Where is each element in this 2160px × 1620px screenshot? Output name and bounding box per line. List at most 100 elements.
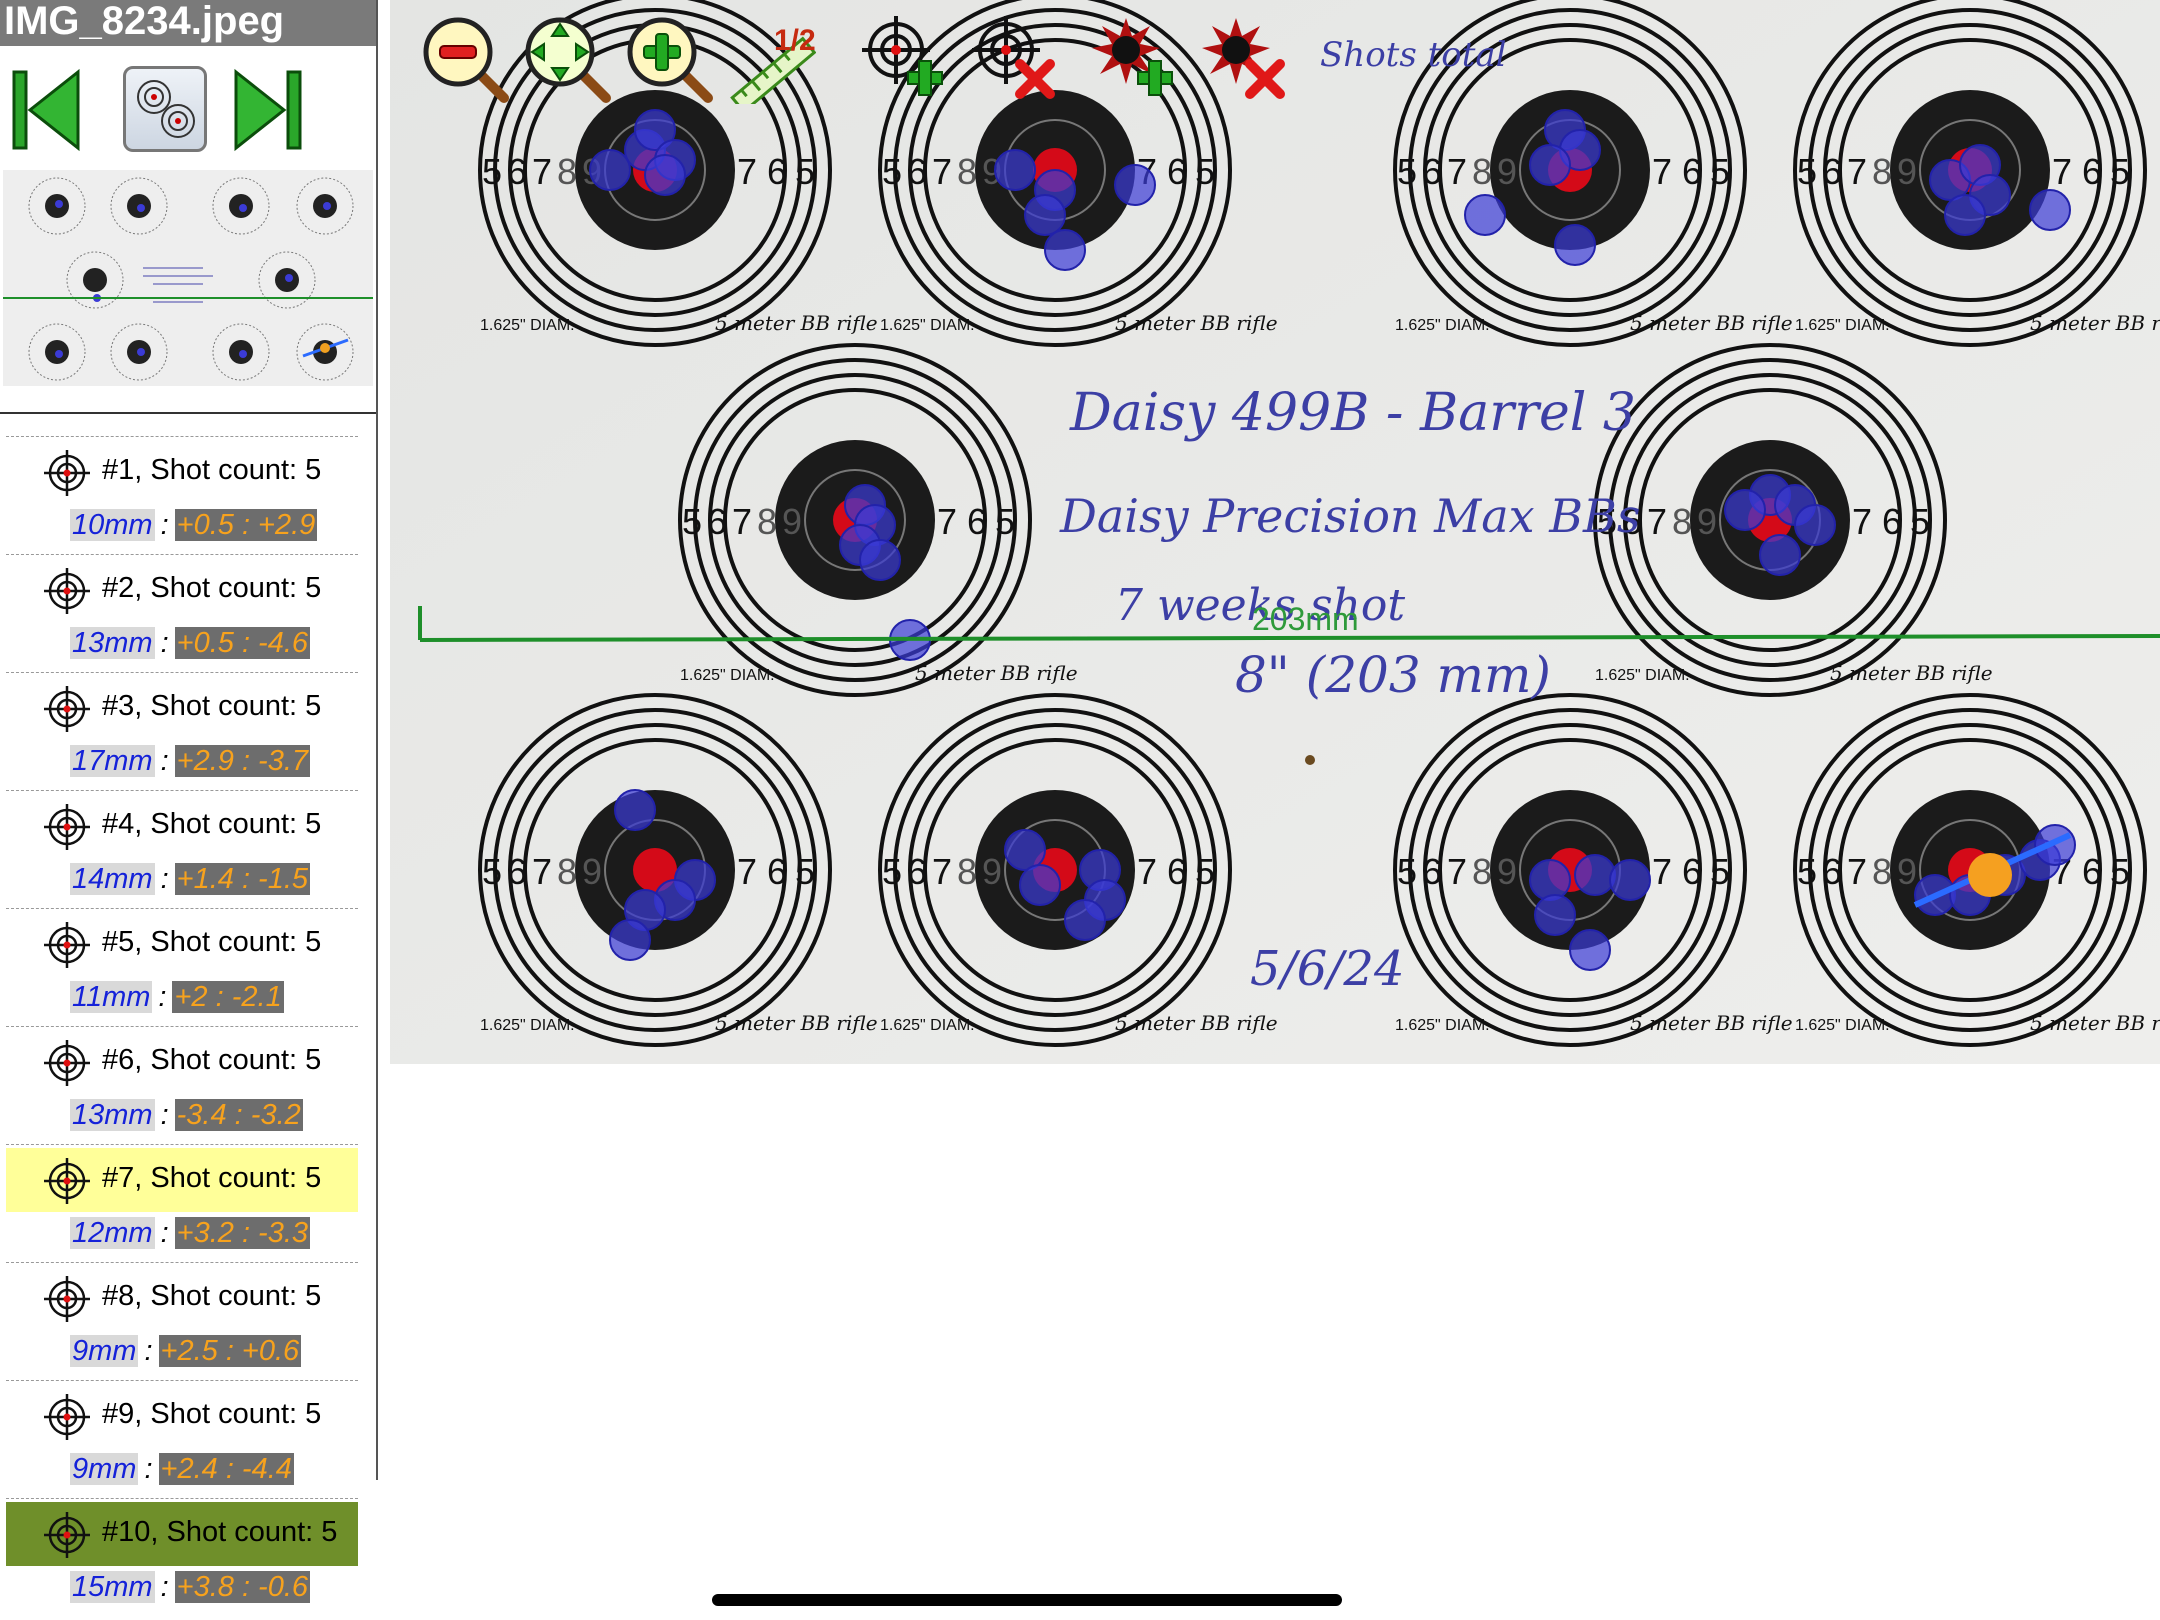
shot-marker[interactable] (1114, 164, 1156, 206)
ring-number: 9 (1497, 851, 1517, 892)
shot-marker[interactable] (1529, 859, 1571, 901)
shot-marker[interactable] (1794, 504, 1836, 546)
scale-ruler-icon: 1/2 (730, 24, 817, 114)
target-list-item[interactable]: #2, Shot count: 5 13mm: +0.5 : -4.6 (6, 554, 358, 672)
zoom-fit-button[interactable] (522, 14, 612, 104)
handwriting-line1: Daisy 499B - Barrel 3 (1069, 383, 1636, 443)
shot-marker[interactable] (1004, 829, 1046, 871)
target-item-header[interactable]: #6, Shot count: 5 (6, 1030, 358, 1094)
shot-marker[interactable] (1759, 534, 1801, 576)
crosshair-icon (44, 1158, 90, 1204)
shot-marker[interactable] (589, 149, 631, 191)
ring-number: 8 (1872, 151, 1892, 192)
sidebar-divider (0, 412, 376, 414)
ring-number: 9 (1897, 151, 1917, 192)
shot-marker[interactable] (1044, 229, 1086, 271)
skip-next-icon (234, 68, 302, 152)
target-list-item[interactable]: #1, Shot count: 5 10mm: +0.5 : +2.9 (6, 436, 358, 554)
target-stats: 10mm: +0.5 : +2.9 (70, 509, 318, 549)
target-item-header[interactable]: #3, Shot count: 5 (6, 676, 358, 740)
shot-marker[interactable] (644, 154, 686, 196)
target-item-header[interactable]: #2, Shot count: 5 (6, 558, 358, 622)
target-item-header[interactable]: #9, Shot count: 5 (6, 1384, 358, 1448)
ring-number: 7 (1447, 851, 1467, 892)
target-item-header[interactable]: #8, Shot count: 5 (6, 1266, 358, 1330)
ring-number: 5 (1710, 151, 1730, 192)
scale-ruler-button[interactable]: 1/2 (726, 14, 817, 114)
ring-number: 5 (482, 851, 502, 892)
target-item-header[interactable]: #1, Shot count: 5 (6, 440, 358, 504)
shot-marker[interactable] (859, 539, 901, 581)
target-list-item[interactable]: #7, Shot count: 5 12mm: +3.2 : -3.3 (6, 1144, 358, 1262)
zoom-out-button[interactable] (420, 14, 510, 104)
crosshair-icon (44, 1394, 90, 1440)
shot-marker[interactable] (609, 919, 651, 961)
target-item-header[interactable]: #10, Shot count: 5 (6, 1502, 358, 1566)
target-caption: 5 meter BB rifle (2030, 311, 2160, 335)
targets-gallery-icon (137, 80, 195, 138)
diam-caption: 1.625" DIAM. (1795, 317, 1890, 334)
zoom-in-button[interactable] (624, 14, 714, 104)
target-stats: 9mm: +2.5 : +0.6 (70, 1335, 302, 1375)
thumbnail-image (3, 170, 373, 386)
remove-shot-button[interactable] (1200, 14, 1290, 104)
add-target-button[interactable] (860, 14, 950, 104)
shot-marker[interactable] (1609, 859, 1651, 901)
remove-target-button[interactable] (970, 14, 1060, 104)
shot-marker[interactable] (1024, 194, 1066, 236)
ring-number: 5 (1195, 851, 1215, 892)
target-item-header[interactable]: #4, Shot count: 5 (6, 794, 358, 858)
target-photo-canvas[interactable]: 567897655 meter BB rifle1.625" DIAM.5678… (390, 0, 2160, 1064)
ring-number: 6 (1682, 851, 1702, 892)
target-item-header[interactable]: #7, Shot count: 5 (6, 1148, 358, 1212)
target-caption: 5 meter BB rifle (1830, 661, 1993, 685)
shot-marker[interactable] (1724, 489, 1766, 531)
target-caption: 5 meter BB rifle (715, 311, 878, 335)
target-item-header[interactable]: #5, Shot count: 5 (6, 912, 358, 976)
shot-marker[interactable] (994, 149, 1036, 191)
ring-number: 5 (1195, 151, 1215, 192)
handwriting-line2: Daisy Precision Max BBs (1059, 489, 1640, 543)
shot-marker[interactable] (2029, 189, 2071, 231)
scale-label: 203mm (1252, 601, 1359, 637)
shot-marker[interactable] (614, 789, 656, 831)
shot-marker[interactable] (1574, 854, 1616, 896)
ring-number: 9 (782, 501, 802, 542)
shot-marker[interactable] (1944, 194, 1986, 236)
group-size: 12mm (70, 1217, 155, 1249)
target-list-item[interactable]: #6, Shot count: 5 13mm: -3.4 : -3.2 (6, 1026, 358, 1144)
group-offset: +0.5 : +2.9 (174, 509, 318, 541)
home-indicator (712, 1594, 1342, 1606)
zoom-in-icon (627, 17, 713, 103)
shot-marker[interactable] (1569, 929, 1611, 971)
target-title: #8, Shot count: 5 (102, 1280, 322, 1312)
target-list-item[interactable]: #9, Shot count: 5 9mm: +2.4 : -4.4 (6, 1380, 358, 1498)
target-list-item[interactable]: #10, Shot count: 5 15mm: +3.8 : -0.6 (6, 1498, 358, 1616)
shot-marker[interactable] (1019, 864, 1061, 906)
target-list-item[interactable]: #8, Shot count: 5 9mm: +2.5 : +0.6 (6, 1262, 358, 1380)
add-shot-button[interactable] (1090, 14, 1180, 104)
target-list-item[interactable]: #5, Shot count: 5 11mm: +2 : -2.1 (6, 908, 358, 1026)
ring-number: 5 (1910, 501, 1930, 542)
next-image-button[interactable] (232, 68, 302, 152)
group-size: 9mm (70, 1453, 139, 1485)
add-target-icon (862, 16, 943, 96)
ring-number: 7 (1647, 501, 1667, 542)
stats-separator: : (160, 863, 169, 895)
target-list-item[interactable]: #4, Shot count: 5 14mm: +1.4 : -1.5 (6, 790, 358, 908)
shot-marker[interactable] (1464, 194, 1506, 236)
gallery-button[interactable] (123, 66, 207, 152)
image-thumbnail[interactable] (3, 170, 373, 386)
previous-image-button[interactable] (12, 68, 82, 152)
ring-number: 7 (1847, 151, 1867, 192)
group-size: 10mm (70, 509, 155, 541)
shot-marker[interactable] (1064, 899, 1106, 941)
ring-number: 6 (2082, 151, 2102, 192)
target-title: #1, Shot count: 5 (102, 454, 322, 486)
toolbar: 1/2 (420, 14, 1420, 114)
target-list-item[interactable]: #3, Shot count: 5 17mm: +2.9 : -3.7 (6, 672, 358, 790)
shot-marker[interactable] (1554, 224, 1596, 266)
shot-marker[interactable] (1529, 144, 1571, 186)
shot-marker[interactable] (1534, 894, 1576, 936)
stats-separator: : (160, 1217, 169, 1249)
